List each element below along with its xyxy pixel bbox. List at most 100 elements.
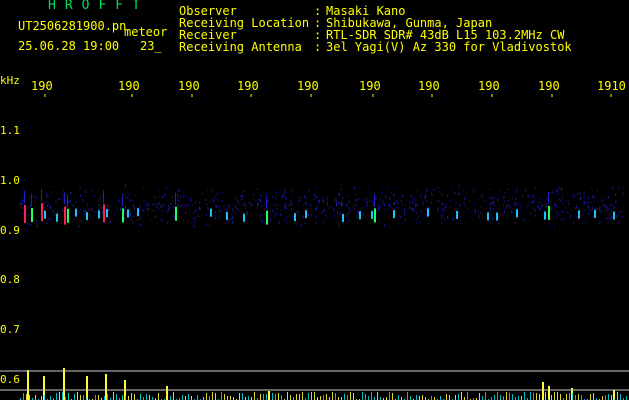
noise-speck (139, 205, 141, 208)
noise-speck (79, 208, 81, 211)
noise-speck (327, 217, 329, 219)
echo-streak (226, 212, 228, 220)
noise-speck (54, 186, 56, 188)
noise-speck (398, 188, 400, 190)
echo-streak (266, 210, 268, 225)
noise-speck (401, 204, 403, 206)
noise-speck (211, 203, 213, 205)
noise-speck (383, 203, 385, 207)
noise-speck (332, 207, 334, 210)
echo-tail (103, 190, 104, 203)
noise-speck (134, 206, 136, 210)
noise-speck (397, 203, 399, 205)
noise-speck (245, 205, 247, 209)
noise-speck (303, 204, 304, 207)
noise-speck (609, 208, 611, 211)
noise-speck (405, 204, 407, 206)
histogram-bar (83, 395, 84, 400)
noise-speck (191, 217, 193, 220)
noise-speck (142, 209, 144, 211)
time-tick-marks (44, 94, 612, 97)
noise-speck (546, 198, 548, 202)
noise-speck (240, 195, 242, 198)
noise-speck (148, 207, 150, 210)
noise-speck (446, 204, 447, 206)
histogram-bar (63, 368, 65, 400)
noise-speck (179, 195, 181, 198)
noise-speck (600, 220, 602, 223)
noise-speck (442, 208, 444, 211)
noise-speck (121, 206, 123, 209)
histogram-bar (269, 393, 270, 400)
noise-speck (177, 203, 179, 207)
noise-speck (91, 189, 93, 192)
noise-speck (527, 195, 529, 198)
noise-speck (153, 208, 155, 212)
histogram-bar (230, 396, 231, 400)
histogram-bar (287, 392, 288, 400)
noise-speck (316, 187, 318, 189)
histogram-bar (497, 392, 498, 400)
echo-streak (613, 211, 615, 220)
noise-speck (139, 206, 140, 208)
noise-speck (177, 200, 179, 202)
histogram-bar (362, 392, 363, 400)
noise-speck (588, 201, 590, 204)
noise-speck (305, 202, 307, 206)
histogram-bar (479, 393, 480, 400)
noise-speck (416, 203, 418, 207)
noise-speck (160, 205, 162, 208)
noise-speck (411, 207, 413, 211)
histogram-bar (389, 392, 390, 400)
noise-speck (551, 192, 553, 194)
noise-speck (583, 201, 585, 205)
noise-speck (258, 202, 260, 204)
histogram-bar (590, 394, 591, 400)
noise-speck (256, 205, 258, 208)
echo-streak (56, 213, 58, 222)
noise-speck (463, 211, 465, 213)
noise-speck (177, 195, 179, 198)
histogram-bar (545, 392, 546, 400)
noise-speck (128, 193, 130, 196)
noise-speck (460, 223, 462, 226)
noise-speck (283, 193, 285, 196)
noise-speck (335, 198, 337, 202)
noise-speck (541, 213, 543, 215)
noise-speck (530, 212, 532, 215)
noise-speck (609, 217, 611, 220)
noise-speck (562, 202, 564, 204)
histogram-bar (371, 392, 372, 400)
noise-speck (516, 218, 518, 220)
noise-speck (584, 195, 585, 197)
noise-speck (450, 199, 451, 202)
noise-speck (21, 202, 23, 204)
noise-speck (249, 201, 251, 204)
noise-speck (183, 195, 185, 198)
noise-speck (522, 195, 524, 198)
noise-speck (156, 203, 158, 206)
noise-speck (533, 195, 535, 199)
noise-speck (260, 194, 262, 198)
histogram-bar (416, 395, 417, 400)
noise-speck (388, 204, 390, 207)
noise-speck (388, 186, 390, 188)
noise-speck (260, 199, 262, 202)
histogram-bar (302, 392, 303, 400)
noise-speck (80, 186, 82, 189)
noise-speck (130, 214, 132, 217)
noise-speck (504, 209, 506, 212)
noise-speck (337, 212, 339, 214)
noise-speck (369, 200, 371, 202)
noise-speck (446, 207, 448, 208)
noise-speck (340, 184, 342, 187)
noise-speck (421, 200, 423, 202)
noise-speck (193, 220, 195, 224)
noise-speck (389, 204, 391, 207)
histogram-bar (166, 386, 168, 400)
noise-speck (212, 200, 214, 202)
noise-speck (336, 203, 337, 206)
noise-speck (158, 202, 160, 204)
noise-speck (505, 206, 507, 209)
noise-speck (402, 194, 404, 197)
